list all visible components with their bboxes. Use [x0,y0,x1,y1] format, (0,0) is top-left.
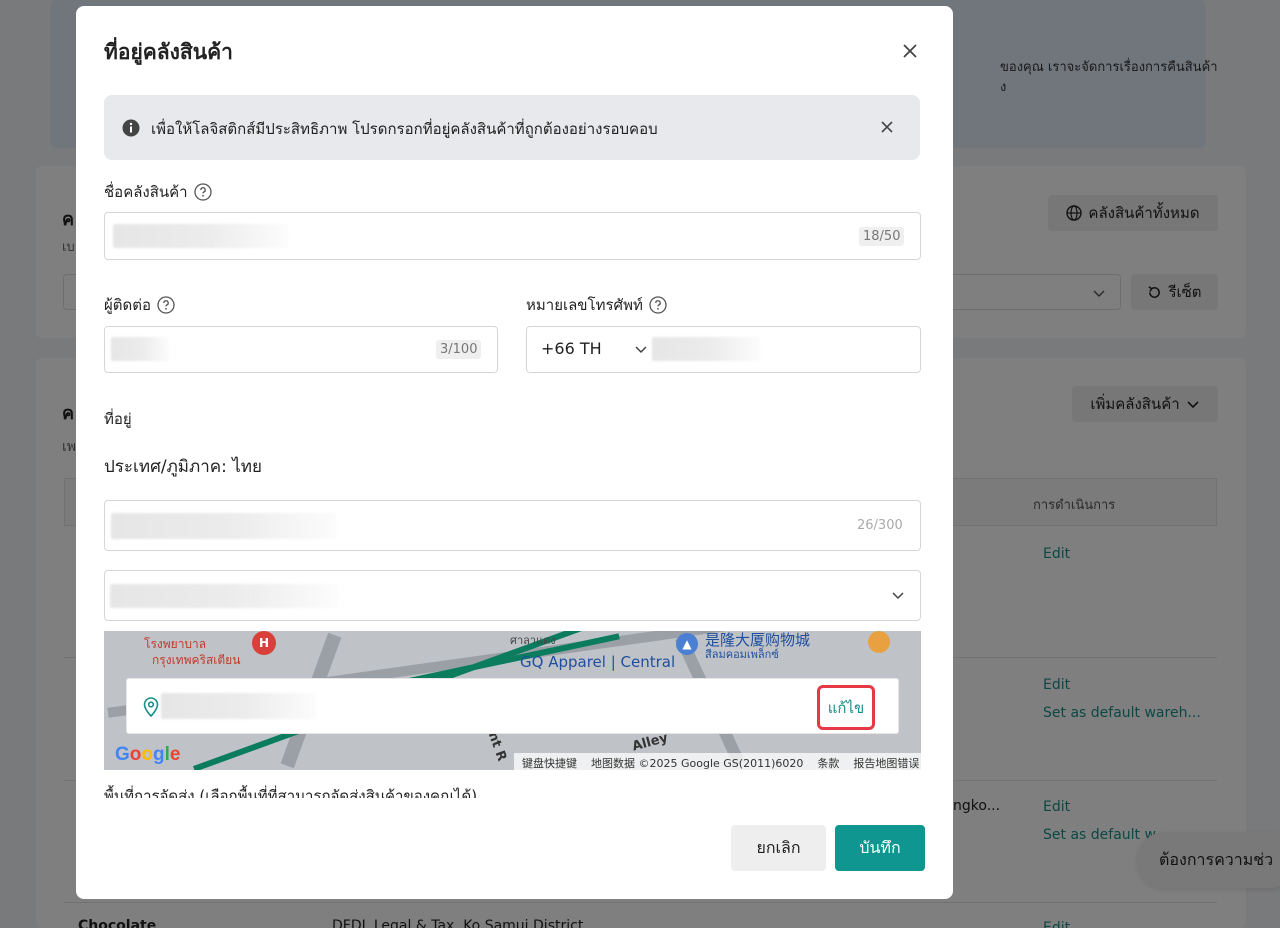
chevron-down-icon[interactable] [633,341,649,357]
map-label: ศาลาแดง [510,634,556,647]
help-icon[interactable] [157,296,175,314]
redacted-value [111,513,336,539]
map-label: สีลมคอมเพล็กซ์ [705,648,779,661]
edit-location-button[interactable]: แก้ไข [817,685,875,730]
service-area-label: พื้นที่การจัดส่ง (เลือกพื้นที่ที่สามารถจ… [104,787,478,798]
keyboard-shortcuts-link[interactable]: 键盘快捷键 [522,755,577,770]
address-detail-input[interactable]: 26/300 [104,500,921,551]
google-logo: Google [115,744,181,765]
warehouse-name-input[interactable]: 18/50 [104,212,921,260]
phone-label: หมายเลขโทรศัพท์ [526,293,667,317]
report-error-link[interactable]: 报告地图错误 [853,755,919,770]
warehouse-address-modal: ที่อยู่คลังสินค้า เพื่อให้โลจิสติกส์มีปร… [76,6,953,899]
country-region: ประเทศ/ภูมิภาค: ไทย [104,457,262,477]
modal-title: ที่อยู่คลังสินค้า [104,40,233,64]
area-select[interactable] [104,570,921,621]
map-footer: 键盘快捷键 地图数据 ©2025 Google GS(2011)6020 条款 … [514,753,921,770]
country-code-select[interactable]: +66 TH [541,339,602,358]
map-data-attribution: 地图数据 ©2025 Google GS(2011)6020 [591,757,804,770]
poi-icon [868,631,890,653]
terms-link[interactable]: 条款 [817,755,839,770]
map-label: กรุงเทพคริสเตียน [152,653,241,667]
char-counter: 3/100 [436,340,482,359]
close-icon[interactable] [878,118,896,136]
cancel-button[interactable]: ยกเลิก [731,825,826,871]
map-label: Alley [630,730,670,755]
redacted-value [110,584,338,608]
char-counter: 18/50 [859,227,905,246]
info-icon [122,119,140,137]
redacted-value [161,693,316,719]
close-icon[interactable] [898,39,922,63]
contact-label: ผู้ติดต่อ [104,293,175,317]
help-icon[interactable] [649,296,667,314]
help-icon[interactable] [193,183,212,201]
notice-banner: เพื่อให้โลจิสติกส์มีประสิทธิภาพ โปรดกรอก… [104,95,920,160]
warehouse-name-label: ชื่อคลังสินค้า [104,180,212,204]
location-card: แก้ไข [126,678,899,734]
redacted-value [111,337,169,361]
notice-text: เพื่อให้โลจิสติกส์มีประสิทธิภาพ โปรดกรอก… [151,120,658,138]
contact-input[interactable]: 3/100 [104,326,498,373]
location-pin-icon [143,697,159,717]
location-map[interactable]: โรงพยาบาล กรุงเทพคริสเตียน H ศาลาแดง ▲ 是… [104,631,921,770]
shopping-icon: ▲ [676,633,698,655]
chevron-down-icon [892,592,904,600]
char-counter: 26/300 [857,518,903,533]
save-button[interactable]: บันทึก [835,825,925,871]
address-label: ที่อยู่ [104,410,132,428]
hospital-icon: H [252,631,276,655]
redacted-value [113,224,288,248]
redacted-value [652,337,760,361]
map-label: GQ Apparel | Central [520,653,676,671]
phone-input[interactable]: +66 TH [526,326,921,373]
